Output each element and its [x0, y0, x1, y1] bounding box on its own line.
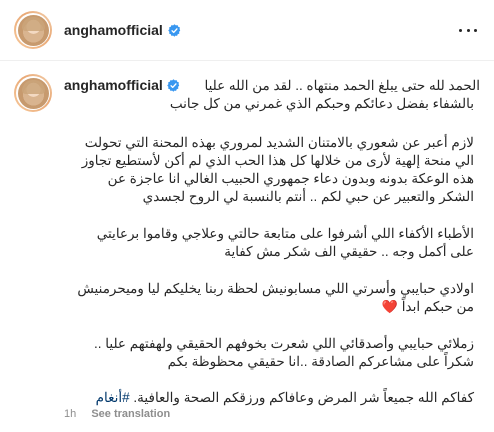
caption-line: كفاكم الله جميعاً شر المرض وعافاكم ورزقك… — [95, 390, 474, 405]
profile-photo — [17, 14, 49, 46]
caption-line: الشكر والتعبير عن حبي لكم .. أنتم بالنسب… — [142, 189, 474, 204]
profile-photo — [17, 77, 49, 109]
verified-badge-icon — [168, 24, 181, 37]
post-header: anghamofficial — [0, 0, 494, 61]
caption-line: على أكمل وجه .. حقيقي الف شكر مش كفاية — [224, 244, 474, 259]
caption-line: زملائي حبايبي وأصدقائي اللي شعرت بخوفهم … — [94, 336, 474, 351]
caption-line: بالشفاء بفضل دعائكم وحبكم الذي غمرني من … — [169, 96, 474, 111]
caption-line: من حبكم ابداً ❤️ — [381, 299, 474, 314]
header-username[interactable]: anghamofficial — [64, 22, 181, 38]
caption-avatar[interactable] — [14, 74, 52, 112]
caption-meta: 1h See translation — [64, 408, 170, 420]
avatar[interactable] — [14, 11, 52, 49]
more-options-icon[interactable] — [456, 22, 480, 38]
hashtag-link[interactable]: #أنغام — [96, 390, 130, 405]
post-timestamp[interactable]: 1h — [64, 408, 76, 420]
caption-line: شكراً على مشاعركم الصادقة ..انا حقيقي مح… — [167, 354, 474, 369]
caption-line: الحمد لله حتى يبلغ الحمد منتهاه .. لقد م… — [204, 78, 480, 93]
caption-username[interactable]: anghamofficial — [64, 77, 180, 93]
caption-line: اولادي حبايبي وأسرتي اللي مسابونيش لحظة … — [77, 281, 474, 296]
caption-line: لازم أعبر عن شعوري بالامتنان الشديد لمرو… — [84, 135, 474, 150]
caption-line: الي منحة إلهية لأرى من خلالها كل هذا الح… — [81, 153, 474, 168]
caption-line: الأطباء الأكفاء اللي أشرفوا على متابعة ح… — [96, 226, 474, 241]
see-translation-button[interactable]: See translation — [91, 408, 170, 420]
caption-line: هذه الوعكة بدونه وبدون دعاء جمهوري الحبي… — [107, 171, 474, 186]
red-heart-icon: ❤️ — [381, 299, 399, 314]
verified-badge-icon — [167, 79, 180, 92]
